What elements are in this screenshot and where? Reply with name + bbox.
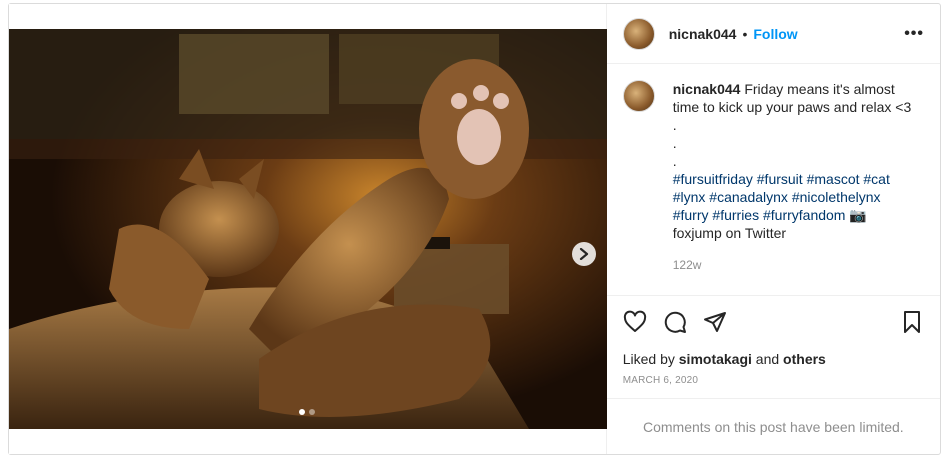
post-date[interactable]: MARCH 6, 2020 [607,375,940,386]
caption-username[interactable]: nicnak044 [673,81,741,97]
post-sidebar: nicnak044 • Follow ••• nicnak044 Friday … [605,4,940,454]
hashtag-link[interactable]: #fursuitfriday [673,171,753,187]
caption-avatar[interactable] [622,80,655,112]
hashtag-link[interactable]: #fursuit [757,171,803,187]
photo-illustration [9,29,607,429]
carousel-dot [309,409,315,415]
carousel-indicator [299,409,315,415]
hashtag-link[interactable]: #canadalynx [709,189,788,205]
caption-time-ago[interactable]: 122w [673,258,924,272]
likes-user-link[interactable]: simotakagi [679,351,752,367]
hashtag-link[interactable]: #lynx [673,189,706,205]
action-bar [606,295,940,347]
caption-dot: . [672,153,677,169]
caption-dot: . [672,135,677,151]
likes-others-link[interactable]: others [783,351,826,367]
post-media [9,4,607,454]
hashtag-link[interactable]: #furryfandom [763,207,845,223]
share-icon[interactable] [703,310,727,334]
carousel-next-button[interactable] [572,242,596,266]
hashtag-link[interactable]: #furry [673,207,709,223]
comments-section: nicnak044 Friday means it's almost time … [607,64,940,295]
likes-summary: Liked by simotakagi and others [607,351,940,367]
caption-credit: foxjump on Twitter [672,225,787,241]
avatar[interactable] [622,17,655,50]
post-photo[interactable] [9,29,607,429]
post-container: nicnak044 • Follow ••• nicnak044 Friday … [8,3,941,455]
comment-icon[interactable] [663,310,687,334]
comments-limited-notice: Comments on this post have been limited. [606,398,940,454]
caption-text: nicnak044 Friday means it's almost time … [673,80,913,242]
hashtag-link[interactable]: #furries [712,207,759,223]
camera-emoji-icon: 📷 [849,207,867,223]
heart-icon[interactable] [623,310,647,334]
carousel-dot-active [299,409,305,415]
bookmark-icon[interactable] [900,310,924,334]
header-separator: • [742,25,748,42]
post-header: nicnak044 • Follow ••• [606,4,940,64]
header-username[interactable]: nicnak044 [669,26,737,42]
likes-conj: and [755,351,780,367]
more-options-icon[interactable]: ••• [904,25,924,43]
chevron-right-icon [579,248,589,260]
hashtag-link[interactable]: #mascot [807,171,860,187]
hashtag-link[interactable]: #cat [863,171,889,187]
likes-prefix: Liked by [622,351,675,367]
follow-button[interactable]: Follow [753,26,797,42]
hashtag-link[interactable]: #nicolethelynx [792,189,881,205]
caption-row: nicnak044 Friday means it's almost time … [622,80,924,242]
